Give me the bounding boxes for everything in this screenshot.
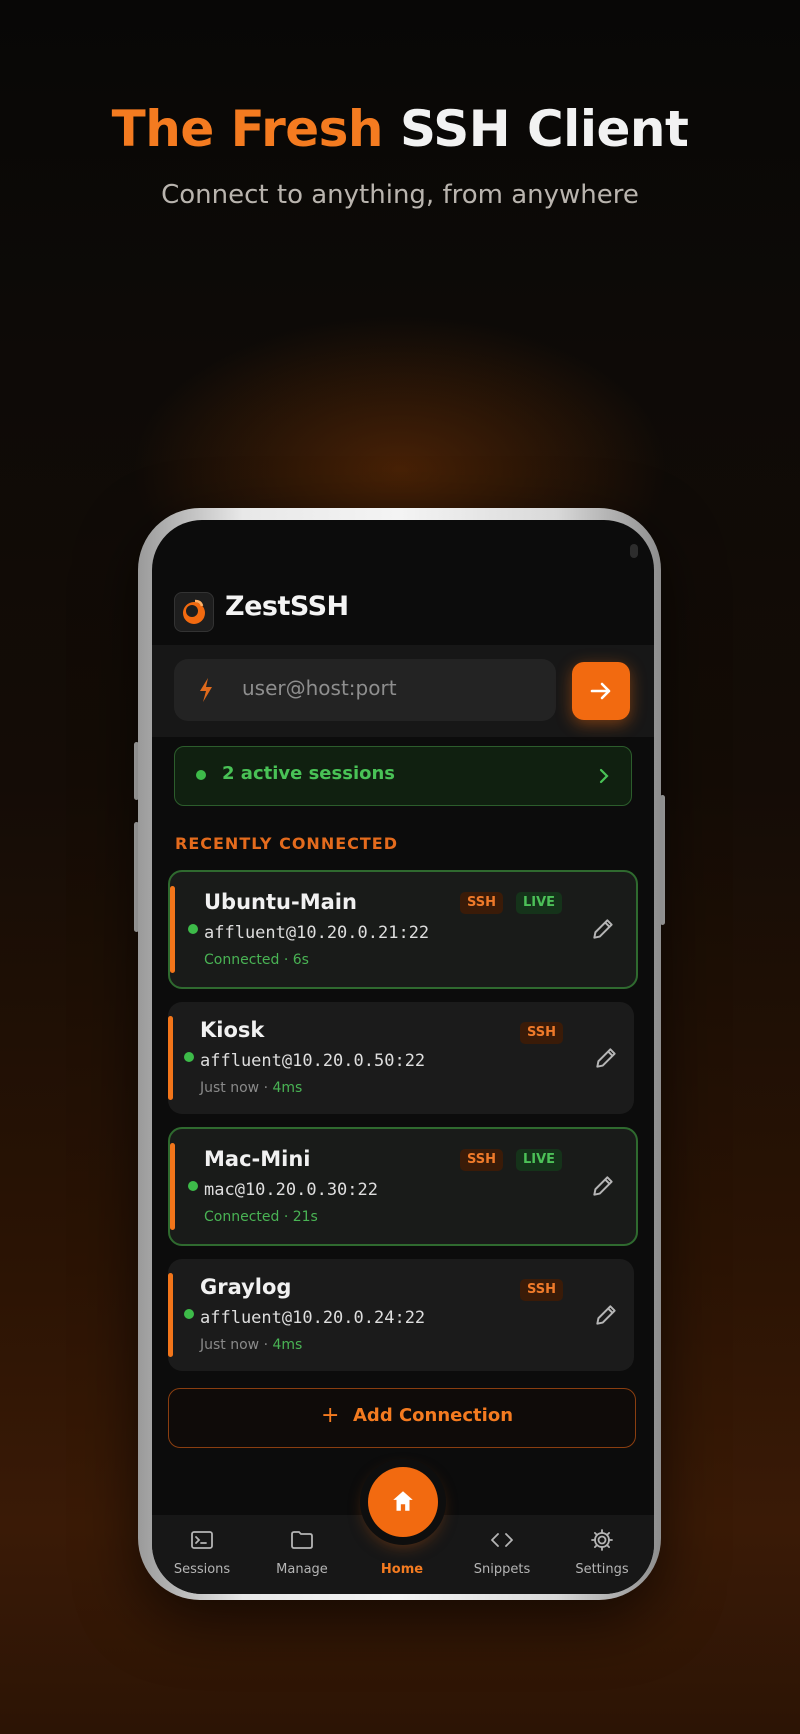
code-icon — [491, 1533, 513, 1547]
card-accent-bar — [170, 886, 175, 973]
latency-value: 4ms — [272, 1337, 303, 1353]
connection-card[interactable]: Kiosk affluent@10.20.0.50:22 Just now · … — [168, 1002, 634, 1114]
status-dot — [184, 1309, 194, 1319]
connection-host: affluent@10.20.0.21:22 — [204, 923, 430, 943]
connection-status: Connected · 21s — [204, 1209, 318, 1225]
status-dot — [188, 1181, 198, 1191]
nav-label: Home — [380, 1562, 424, 1577]
connection-status: Just now · 4ms — [200, 1080, 302, 1096]
edit-pencil-icon[interactable] — [590, 916, 616, 942]
nav-label: Manage — [276, 1562, 328, 1577]
protocol-badge: SSH — [460, 1149, 504, 1171]
connection-host: mac@10.20.0.30:22 — [204, 1180, 378, 1200]
connection-status: Connected · 6s — [204, 952, 309, 968]
nav-label: Sessions — [173, 1562, 231, 1577]
connection-name: Ubuntu-Main — [204, 890, 357, 914]
protocol-badge: SSH — [520, 1022, 564, 1044]
status-dot — [188, 924, 198, 934]
edit-pencil-icon[interactable] — [593, 1302, 619, 1328]
connection-name: Mac-Mini — [204, 1147, 311, 1171]
section-label-recent: RECENTLY CONNECTED — [175, 834, 399, 853]
folder-icon — [291, 1531, 313, 1549]
nav-item-settings[interactable]: Settings — [552, 1515, 652, 1594]
connection-card[interactable]: Ubuntu-Main affluent@10.20.0.21:22 Conne… — [168, 870, 638, 989]
nav-item-manage[interactable]: Manage — [252, 1515, 352, 1594]
gear-icon — [591, 1529, 613, 1551]
connection-status: Just now · 4ms — [200, 1337, 302, 1353]
camera-dot — [630, 544, 638, 558]
edit-pencil-icon[interactable] — [593, 1045, 619, 1071]
add-connection-label: Add Connection — [353, 1405, 514, 1426]
quick-connect-bar: user@host:port — [152, 645, 654, 737]
status-prefix: Just now · — [200, 1080, 273, 1096]
hero-subtitle: Connect to anything, from anywhere — [161, 180, 639, 210]
add-connection-button[interactable]: + Add Connection — [168, 1388, 636, 1448]
app-header: ZestSSH — [152, 585, 654, 646]
app-title: ZestSSH — [225, 591, 349, 622]
card-accent-bar — [168, 1016, 173, 1100]
connection-name: Graylog — [200, 1275, 292, 1299]
connection-host: affluent@10.20.0.50:22 — [200, 1051, 426, 1071]
card-accent-bar — [168, 1273, 173, 1357]
active-sessions-label: 2 active sessions — [222, 763, 396, 784]
hero-title-accent: The Fresh — [111, 100, 384, 158]
home-icon — [393, 1491, 413, 1511]
nav-item-snippets[interactable]: Snippets — [452, 1515, 552, 1594]
home-fab-button[interactable] — [368, 1467, 438, 1537]
protocol-badge: SSH — [460, 892, 504, 914]
live-badge: LIVE — [516, 1149, 563, 1171]
nav-label: Settings — [575, 1562, 629, 1577]
phone-screen: ZestSSH user@host:port 2 active sessions… — [152, 520, 654, 1594]
status-dot — [184, 1052, 194, 1062]
card-accent-bar — [170, 1143, 175, 1230]
status-prefix: Just now · — [200, 1337, 273, 1353]
connection-host: affluent@10.20.0.24:22 — [200, 1308, 426, 1328]
connect-button[interactable] — [572, 662, 630, 720]
active-status-dot — [196, 770, 206, 780]
latency-value: 4ms — [272, 1080, 303, 1096]
protocol-badge: SSH — [520, 1279, 564, 1301]
edit-pencil-icon[interactable] — [590, 1173, 616, 1199]
connection-name: Kiosk — [200, 1018, 265, 1042]
live-badge: LIVE — [516, 892, 563, 914]
terminal-icon — [191, 1531, 213, 1549]
quick-connect-placeholder: user@host:port — [242, 676, 397, 700]
plus-icon: + — [321, 1403, 340, 1428]
connection-card[interactable]: Graylog affluent@10.20.0.24:22 Just now … — [168, 1259, 634, 1371]
connection-card[interactable]: Mac-Mini mac@10.20.0.30:22 Connected · 2… — [168, 1127, 638, 1246]
arrow-right-icon — [590, 682, 611, 700]
hero-title: The Fresh SSH Client — [0, 100, 800, 158]
quick-connect-input[interactable]: user@host:port — [174, 659, 556, 721]
active-sessions-banner[interactable]: 2 active sessions — [174, 746, 632, 806]
nav-label: Snippets — [473, 1562, 531, 1577]
hero-title-rest: SSH Client — [399, 100, 689, 158]
zest-logo-icon — [174, 592, 214, 632]
nav-item-sessions[interactable]: Sessions — [152, 1515, 252, 1594]
chevron-right-icon — [599, 768, 609, 784]
bolt-icon — [200, 678, 212, 702]
